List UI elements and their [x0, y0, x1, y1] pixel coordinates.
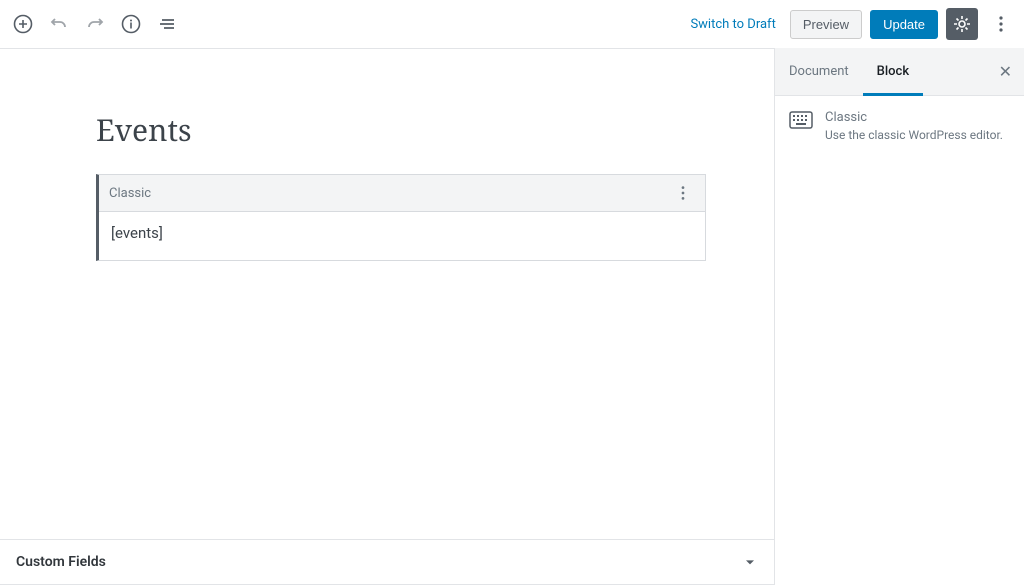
more-vertical-icon: [674, 184, 692, 202]
tab-document[interactable]: Document: [775, 48, 863, 95]
post-wrapper: Events Classic [events]: [96, 109, 706, 261]
toolbar-right: Switch to Draft Preview Update: [690, 8, 1016, 40]
classic-block-header: Classic: [99, 175, 705, 212]
block-options-button[interactable]: [671, 181, 695, 205]
undo-button[interactable]: [44, 9, 74, 39]
preview-button[interactable]: Preview: [790, 10, 862, 39]
gear-icon: [952, 14, 972, 34]
settings-sidebar: Document Block ✕ Classic Use the classic…: [774, 48, 1024, 585]
switch-to-draft-link[interactable]: Switch to Draft: [690, 17, 775, 32]
content-info-button[interactable]: [116, 9, 146, 39]
update-button[interactable]: Update: [870, 10, 938, 39]
block-info-description: Use the classic WordPress editor.: [825, 127, 1010, 144]
sidebar-tabs: Document Block ✕: [775, 48, 1024, 96]
block-info: Classic Use the classic WordPress editor…: [775, 96, 1024, 158]
plus-circle-icon: [13, 14, 33, 34]
custom-fields-title: Custom Fields: [16, 554, 106, 570]
close-sidebar-button[interactable]: ✕: [987, 62, 1024, 81]
editor-column: Events Classic [events] Custom Fields: [0, 48, 774, 585]
undo-icon: [49, 14, 69, 34]
tab-block[interactable]: Block: [863, 48, 923, 95]
more-menu-button[interactable]: [986, 9, 1016, 39]
block-info-title: Classic: [825, 110, 1010, 125]
toolbar-left: [8, 9, 182, 39]
redo-icon: [85, 14, 105, 34]
chevron-down-icon: [742, 554, 758, 570]
more-vertical-icon: [991, 14, 1011, 34]
classic-block[interactable]: Classic [events]: [96, 174, 706, 261]
keyboard-icon: [789, 110, 813, 130]
editor-canvas[interactable]: Events Classic [events]: [0, 48, 774, 539]
add-block-button[interactable]: [8, 9, 38, 39]
custom-fields-panel[interactable]: Custom Fields: [0, 539, 774, 585]
settings-button[interactable]: [946, 8, 978, 40]
info-icon: [121, 14, 141, 34]
main-area: Events Classic [events] Custom Fields: [0, 48, 1024, 585]
post-title[interactable]: Events: [96, 109, 706, 150]
redo-button[interactable]: [80, 9, 110, 39]
list-icon: [157, 14, 177, 34]
close-icon: ✕: [999, 62, 1012, 81]
block-info-text: Classic Use the classic WordPress editor…: [825, 110, 1010, 144]
classic-block-body[interactable]: [events]: [99, 212, 705, 260]
top-toolbar: Switch to Draft Preview Update: [0, 0, 1024, 48]
classic-block-label: Classic: [109, 186, 151, 201]
block-navigation-button[interactable]: [152, 9, 182, 39]
